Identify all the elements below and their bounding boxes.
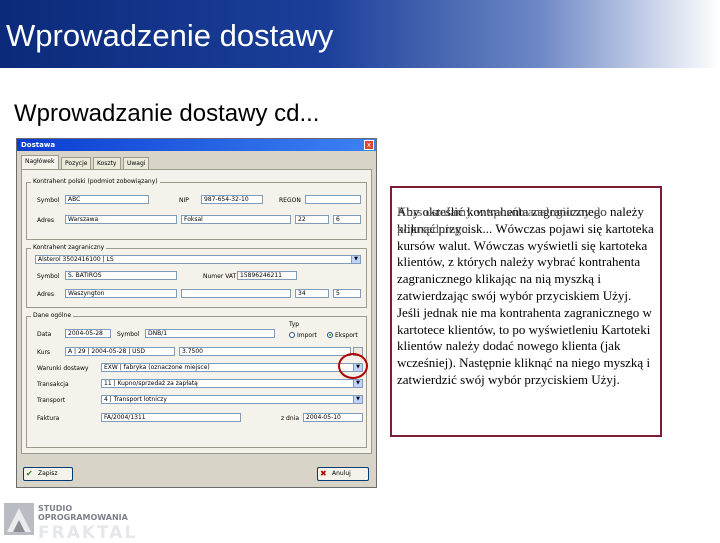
- group-general-data: Dane ogólne Data 2004-05-28 Symbol DNB/1…: [26, 312, 367, 448]
- invoice-field[interactable]: FA/2004/1311: [101, 413, 241, 422]
- address-label: Adres: [37, 291, 54, 298]
- pl-nip-field[interactable]: 987-654-32-10: [201, 195, 263, 204]
- regon-label: REGON: [279, 197, 301, 204]
- symbol-label: Symbol: [37, 273, 60, 280]
- group-polish-contractor: Kontrahent polski (podmiot zobowiązany) …: [26, 178, 367, 240]
- delivery-symbol-field[interactable]: DNB/1: [145, 329, 275, 338]
- close-icon[interactable]: x: [364, 140, 374, 150]
- invoice-date-field[interactable]: 2004-05-10: [303, 413, 363, 422]
- chevron-down-icon[interactable]: ▼: [351, 256, 360, 263]
- date-label: Data: [37, 331, 52, 338]
- dialog-title: Dostawa: [17, 139, 376, 151]
- group-title: Kontrahent zagraniczny: [31, 244, 107, 251]
- rate-lookup-highlight: [338, 353, 368, 379]
- pl-symbol-field[interactable]: ABC: [65, 195, 149, 204]
- transport-label: Transport: [37, 397, 66, 404]
- foreign-vat-field[interactable]: 15896246211: [237, 271, 297, 280]
- cancel-button[interactable]: ✖ Anuluj: [317, 467, 369, 481]
- pl-regon-field[interactable]: [305, 195, 361, 204]
- delivery-terms-label: Warunki dostawy: [37, 365, 89, 372]
- slide-subtitle: Wprowadzanie dostawy cd...: [14, 100, 320, 127]
- transaction-label: Transakcja: [37, 381, 69, 388]
- transport-value: 4 | Transport lotniczy: [104, 396, 167, 403]
- pl-city-field[interactable]: Warszawa: [65, 215, 177, 224]
- group-title: Kontrahent polski (podmiot zobowiązany): [31, 178, 160, 185]
- pl-street-field[interactable]: Foksal: [181, 215, 291, 224]
- export-radio[interactable]: [327, 332, 333, 338]
- foreign-symbol-field[interactable]: S. BATIROS: [65, 271, 177, 280]
- logo-line-2: OPROGRAMOWANIA: [38, 513, 128, 522]
- cancel-icon: ✖: [320, 469, 327, 478]
- chevron-down-icon[interactable]: ▼: [353, 396, 362, 403]
- foreign-contractor-select[interactable]: Alsterol 3502416100 | LS ▼: [35, 255, 361, 264]
- delivery-terms-value: EXW | fabryka (oznaczone miejsce): [104, 364, 210, 371]
- date-field[interactable]: 2004-05-28: [65, 329, 111, 338]
- pl-num1-field[interactable]: 22: [295, 215, 329, 224]
- tab-koszty[interactable]: Koszty: [93, 157, 121, 169]
- tab-uwagi[interactable]: Uwagi: [123, 157, 149, 169]
- group-title: Dane ogólne: [31, 312, 74, 319]
- import-label: Import: [297, 332, 317, 339]
- import-radio[interactable]: [289, 332, 295, 338]
- save-button[interactable]: ✔ Zapisz: [23, 467, 73, 481]
- tab-naglowek[interactable]: Nagłówek: [21, 155, 59, 169]
- rate-value-field[interactable]: 3.7500: [179, 347, 351, 356]
- foreign-num1-field[interactable]: 34: [295, 289, 329, 298]
- save-icon: ✔: [26, 469, 33, 478]
- logo-studio: STUDIO OPROGRAMOWANIA: [38, 504, 128, 522]
- symbol-label: Symbol: [117, 331, 140, 338]
- transaction-select[interactable]: 11 | Kupno/sprzedaż za zapłatą ▼: [101, 379, 363, 388]
- foreign-contractor-value: Alsterol 3502416100 | LS: [38, 256, 114, 263]
- delivery-terms-select[interactable]: EXW | fabryka (oznaczone miejsce) ▼: [101, 363, 363, 372]
- symbol-label: Symbol: [37, 197, 60, 204]
- transaction-value: 11 | Kupno/sprzedaż za zapłatą: [104, 380, 198, 387]
- tab-pozycje[interactable]: Pozycje: [61, 157, 91, 169]
- export-label: Eksport: [335, 332, 358, 339]
- chevron-down-icon[interactable]: ▼: [353, 380, 362, 387]
- group-foreign-contractor: Kontrahent zagraniczny Alsterol 35024161…: [26, 244, 367, 308]
- address-label: Adres: [37, 217, 54, 224]
- note-overlay-text: Kurs ustalamy w sposób analogiczny do po…: [397, 204, 607, 236]
- transport-select[interactable]: 4 | Transport lotniczy ▼: [101, 395, 363, 404]
- invoice-date-label: z dnia: [281, 415, 300, 422]
- pl-num2-field[interactable]: 6: [333, 215, 361, 224]
- slide-title: Wprowadzenie dostawy: [6, 18, 334, 53]
- type-label: Typ: [289, 321, 300, 328]
- rate-field[interactable]: A | 29 | 2004-05-28 | USD: [65, 347, 175, 356]
- foreign-city-field[interactable]: Waszyngton: [65, 289, 177, 298]
- rate-label: Kurs: [37, 349, 51, 356]
- foreign-street-field[interactable]: [181, 289, 291, 298]
- instruction-note: Kurs ustalamy w sposób analogiczny do po…: [390, 186, 662, 437]
- nip-label: NIP: [179, 197, 189, 204]
- logo-fraktal: FRAKTAL: [38, 523, 138, 543]
- save-button-label: Zapisz: [38, 470, 58, 477]
- invoice-label: Faktura: [37, 415, 60, 422]
- fraktal-logo-icon: [4, 503, 34, 535]
- vat-label: Numer VAT: [203, 273, 237, 280]
- header-panel: Kontrahent polski (podmiot zobowiązany) …: [21, 169, 372, 454]
- foreign-num2-field[interactable]: 5: [333, 289, 361, 298]
- cancel-button-label: Anuluj: [332, 470, 351, 477]
- logo-line-1: STUDIO: [38, 504, 73, 513]
- delivery-dialog: Dostawa x Nagłówek Pozycje Koszty Uwagi …: [16, 138, 377, 488]
